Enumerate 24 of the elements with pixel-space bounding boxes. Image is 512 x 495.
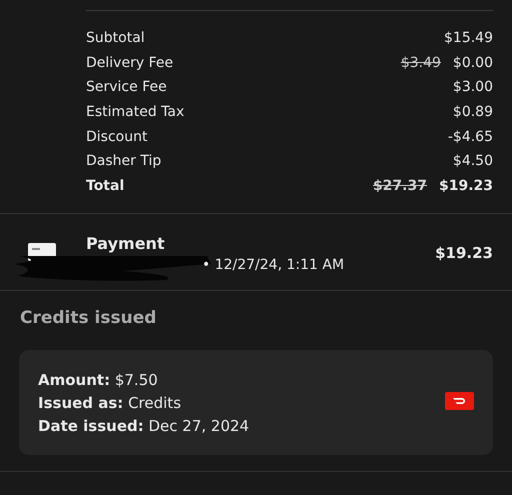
fee-label: Delivery Fee <box>86 54 174 71</box>
credit-detail: Issued as: Credits <box>38 392 182 414</box>
fee-amount: -$4.65 <box>448 128 493 145</box>
credit-detail: Date issued: Dec 27, 2024 <box>38 416 250 437</box>
fee-amount: $15.49 <box>444 30 493 46</box>
original-price: $3.49 <box>400 54 441 71</box>
original-price: $27.37 <box>372 178 427 194</box>
fee-label: Subtotal <box>86 30 146 46</box>
fee-amount: $4.50 <box>452 153 493 170</box>
fee-amount: $19.23 <box>438 178 493 194</box>
fee-label: Estimated Tax <box>86 104 186 120</box>
payment-title: Payment <box>86 234 166 254</box>
fee-label: Service Fee <box>86 79 168 96</box>
payment-date: • 12/27/24, 1:11 AM <box>201 257 346 274</box>
fee-label: Discount <box>86 128 148 145</box>
fee-label: Dasher Tip <box>86 153 162 170</box>
credit-detail: Amount: $7.50 <box>38 370 159 391</box>
fee-amount: $0.00 <box>452 54 493 71</box>
fee-amount: $3.00 <box>452 79 493 96</box>
fee-amount: $0.89 <box>452 104 493 120</box>
fee-label: Total <box>86 178 126 194</box>
dash-logo-icon <box>445 392 474 410</box>
section-heading: Credits issued <box>19 307 158 330</box>
payment-amount: $19.23 <box>435 244 493 262</box>
